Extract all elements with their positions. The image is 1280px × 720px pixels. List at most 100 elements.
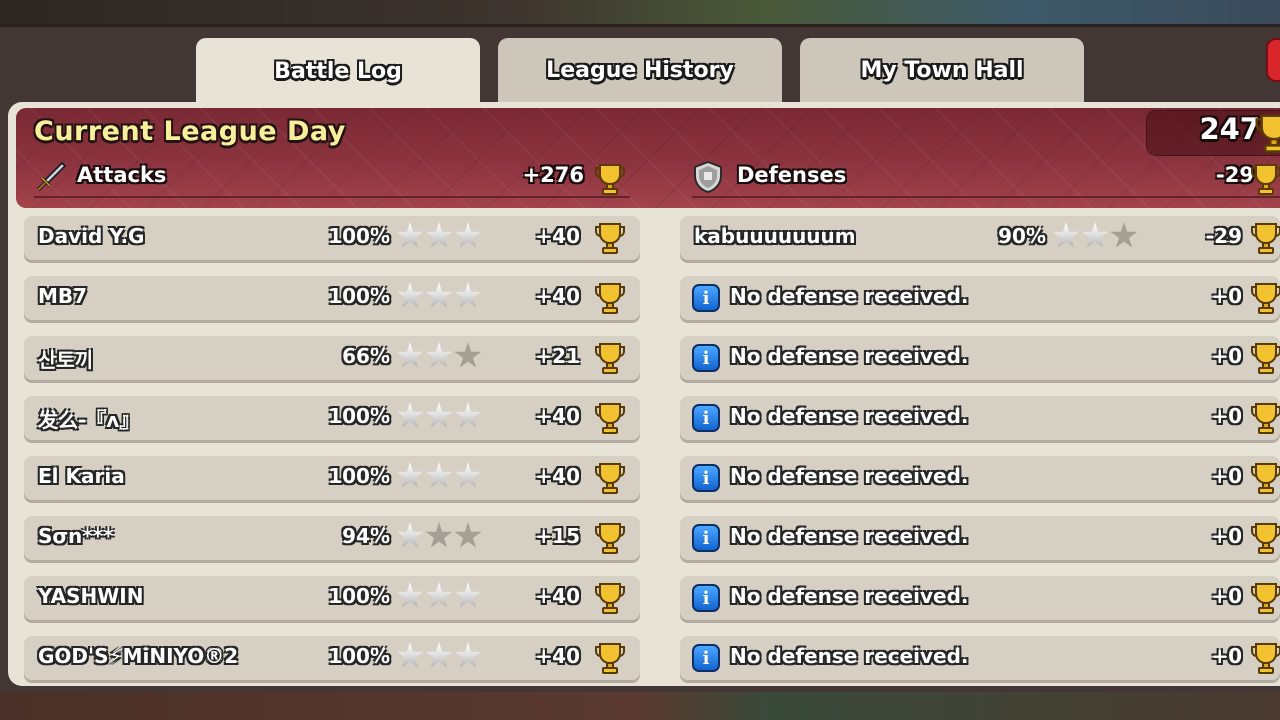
trophy-change: +40 xyxy=(535,644,580,668)
attack-row[interactable]: David Y.G 100% +40 xyxy=(24,216,640,260)
info-icon[interactable]: i xyxy=(692,524,720,552)
attacks-divider xyxy=(34,196,630,198)
star-earned-icon xyxy=(396,222,424,248)
opponent-name: El Karia xyxy=(38,464,125,488)
stars-rating xyxy=(396,642,482,670)
trophy-change: +0 xyxy=(1211,284,1242,308)
trophy-icon xyxy=(1251,164,1280,195)
tab-battle-log[interactable]: Battle Log xyxy=(196,38,480,104)
close-button[interactable] xyxy=(1266,38,1280,82)
defense-row-empty[interactable]: i No defense received. +0 xyxy=(680,456,1280,500)
tab-league-history[interactable]: League History xyxy=(498,38,782,102)
destruction-percent: 100% xyxy=(328,284,390,308)
trophy-icon xyxy=(595,523,625,554)
info-icon[interactable]: i xyxy=(692,284,720,312)
info-icon[interactable]: i xyxy=(692,404,720,432)
star-earned-icon xyxy=(396,462,424,488)
attack-row[interactable]: Sσn*** 94% +15 xyxy=(24,516,640,560)
stars-rating xyxy=(396,282,482,310)
tab-my-town-hall[interactable]: My Town Hall xyxy=(800,38,1084,102)
defense-row-empty[interactable]: i No defense received. +0 xyxy=(680,516,1280,560)
trophy-change: +0 xyxy=(1211,644,1242,668)
stars-rating xyxy=(396,222,482,250)
info-icon[interactable]: i xyxy=(692,464,720,492)
league-day-header: Current League Day 247 Attacks +276 Defe… xyxy=(16,108,1280,208)
opponent-name: David Y.G xyxy=(38,224,145,248)
sword-icon xyxy=(36,161,67,192)
trophy-icon xyxy=(1251,343,1280,374)
star-empty-icon xyxy=(454,522,482,548)
trophy-icon xyxy=(595,283,625,314)
attacker-name: kabuuuuuuum xyxy=(694,224,856,248)
opponent-name: GOD'S⚡MiNIYO®2 xyxy=(38,644,239,668)
info-icon[interactable]: i xyxy=(692,644,720,672)
defense-row[interactable]: kabuuuuuuum 90% -29 xyxy=(680,216,1280,260)
attacks-label: Attacks xyxy=(77,163,167,187)
trophy-change: +0 xyxy=(1211,464,1242,488)
opponent-name: 发么-『ʌ』 xyxy=(38,408,140,432)
star-earned-icon xyxy=(454,282,482,308)
info-icon[interactable]: i xyxy=(692,584,720,612)
defense-row-empty[interactable]: i No defense received. +0 xyxy=(680,576,1280,620)
star-earned-icon xyxy=(1052,222,1080,248)
star-earned-icon xyxy=(454,222,482,248)
no-defense-text: No defense received. xyxy=(730,284,969,308)
destruction-percent: 94% xyxy=(342,524,390,548)
defense-row-empty[interactable]: i No defense received. +0 xyxy=(680,396,1280,440)
star-earned-icon xyxy=(425,462,453,488)
star-earned-icon xyxy=(454,462,482,488)
star-empty-icon xyxy=(454,342,482,368)
destruction-percent: 100% xyxy=(328,584,390,608)
opponent-name: YASHWIN xyxy=(38,584,144,608)
stars-rating xyxy=(396,342,482,370)
star-earned-icon xyxy=(396,582,424,608)
trophy-icon xyxy=(1251,643,1280,674)
trophy-icon xyxy=(595,164,625,195)
destruction-percent: 100% xyxy=(328,644,390,668)
star-earned-icon xyxy=(396,522,424,548)
trophy-icon xyxy=(1255,114,1280,153)
trophy-icon xyxy=(595,223,625,254)
page-title: Current League Day xyxy=(34,116,346,147)
defenses-divider xyxy=(692,196,1280,198)
trophy-change: +40 xyxy=(535,584,580,608)
attack-row[interactable]: GOD'S⚡MiNIYO®2 100% +40 xyxy=(24,636,640,680)
total-trophy-count: 247 xyxy=(1199,112,1260,146)
trophy-change: +0 xyxy=(1211,344,1242,368)
trophy-change: +40 xyxy=(535,224,580,248)
attack-row[interactable]: YASHWIN 100% +40 xyxy=(24,576,640,620)
destruction-percent: 100% xyxy=(328,404,390,428)
trophy-icon xyxy=(1251,223,1280,254)
attack-row[interactable]: 发么-『ʌ』 100% +40 xyxy=(24,396,640,440)
trophy-icon xyxy=(595,343,625,374)
star-earned-icon xyxy=(454,582,482,608)
no-defense-text: No defense received. xyxy=(730,464,969,488)
star-earned-icon xyxy=(425,642,453,668)
defense-row-empty[interactable]: i No defense received. +0 xyxy=(680,336,1280,380)
defense-row-empty[interactable]: i No defense received. +0 xyxy=(680,636,1280,680)
star-empty-icon xyxy=(425,522,453,548)
trophy-icon xyxy=(595,403,625,434)
stars-rating xyxy=(396,522,482,550)
star-earned-icon xyxy=(425,582,453,608)
no-defense-text: No defense received. xyxy=(730,404,969,428)
stars-rating xyxy=(396,462,482,490)
star-earned-icon xyxy=(425,282,453,308)
background-scene xyxy=(0,0,1280,24)
stars-rating xyxy=(1052,222,1138,250)
defense-row-empty[interactable]: i No defense received. +0 xyxy=(680,276,1280,320)
stars-rating xyxy=(396,582,482,610)
trophy-icon xyxy=(595,583,625,614)
opponent-name: MB7 xyxy=(38,284,88,308)
no-defense-text: No defense received. xyxy=(730,584,969,608)
attack-row[interactable]: MB7 100% +40 xyxy=(24,276,640,320)
attack-row[interactable]: 산토끼 66% +21 xyxy=(24,336,640,380)
star-earned-icon xyxy=(425,402,453,428)
trophy-icon xyxy=(1251,523,1280,554)
attack-row[interactable]: El Karia 100% +40 xyxy=(24,456,640,500)
stars-rating xyxy=(396,402,482,430)
info-icon[interactable]: i xyxy=(692,344,720,372)
star-earned-icon xyxy=(396,402,424,428)
shield-icon xyxy=(694,160,722,194)
destruction-percent: 66% xyxy=(342,344,390,368)
